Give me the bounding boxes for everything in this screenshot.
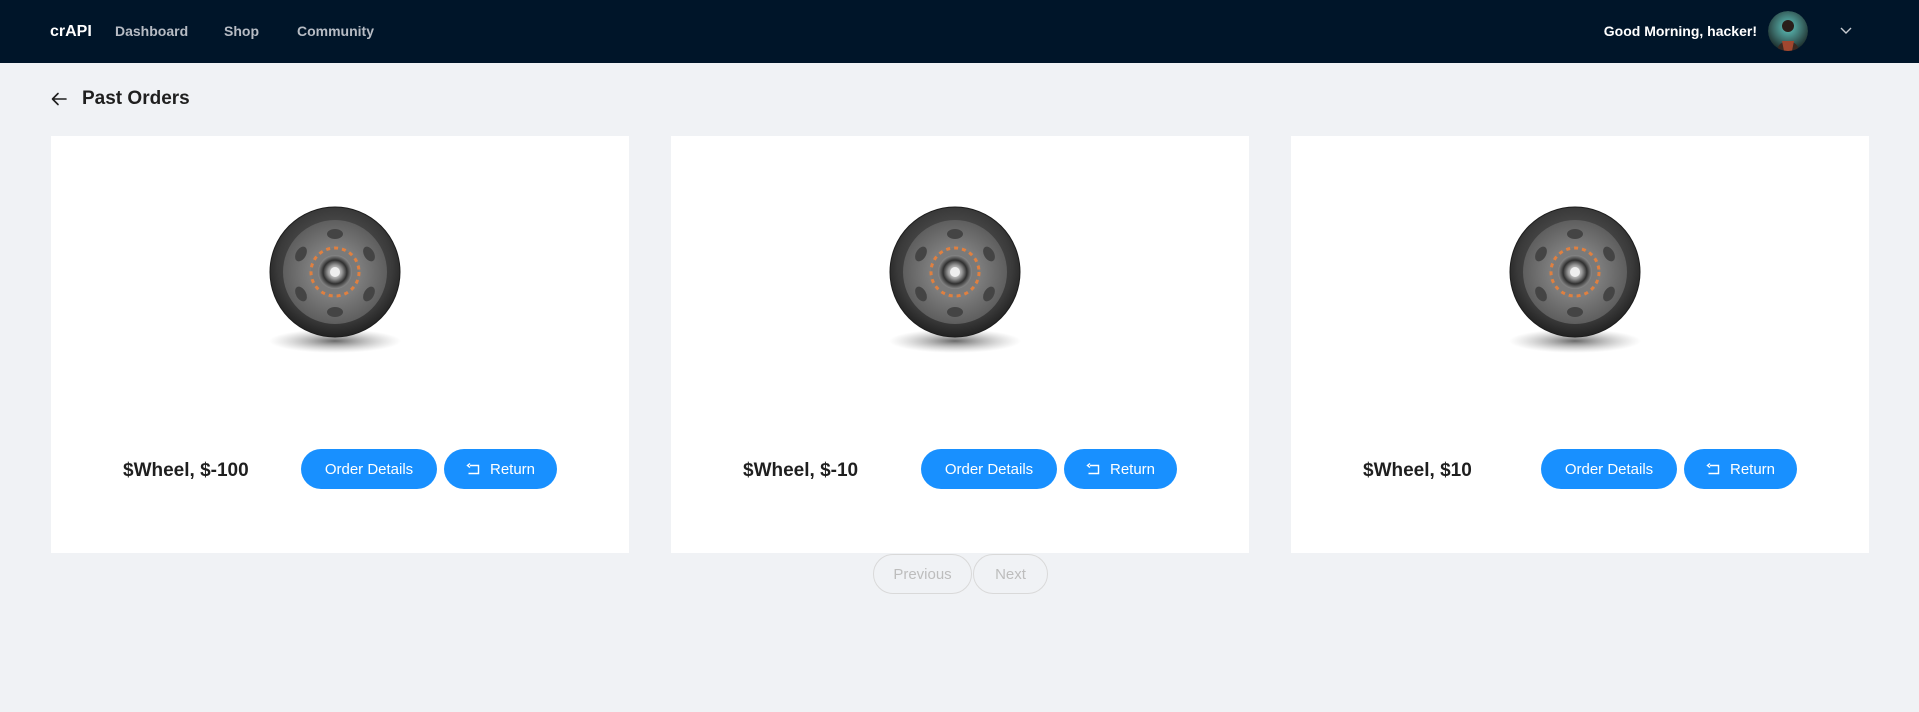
next-button[interactable]: Next [973,554,1048,594]
order-details-button[interactable]: Order Details [301,449,437,489]
order-card: $Wheel, $-100 Order Details Return [51,136,629,553]
brand-logo[interactable]: crAPI [50,0,92,63]
return-icon [466,462,480,474]
order-details-button[interactable]: Order Details [921,449,1057,489]
chevron-down-icon[interactable] [1838,22,1854,38]
wheel-image [269,206,401,355]
nav-link-dashboard[interactable]: Dashboard [115,0,188,63]
return-button[interactable]: Return [444,449,557,489]
return-button[interactable]: Return [1064,449,1177,489]
nav-link-shop[interactable]: Shop [224,0,259,63]
order-details-button[interactable]: Order Details [1541,449,1677,489]
page-title: Past Orders [82,88,190,109]
greeting-text: Good Morning, hacker! [1603,23,1757,39]
order-card: $Wheel, $-10 Order Details Return [671,136,1249,553]
wheel-image [889,206,1021,355]
user-avatar[interactable] [1768,11,1808,51]
order-card: $Wheel, $10 Order Details Return [1291,136,1869,553]
return-label: Return [489,460,536,478]
return-icon [1086,462,1100,474]
return-icon [1706,462,1720,474]
previous-button[interactable]: Previous [873,554,972,594]
return-label: Return [1109,460,1156,478]
return-label: Return [1729,460,1776,478]
arrow-left-icon[interactable] [50,90,68,108]
top-navbar: crAPI Dashboard Shop Community Good Morn… [0,0,1919,63]
wheel-image [1509,206,1641,355]
return-button[interactable]: Return [1684,449,1797,489]
order-price: $Wheel, $10 [1363,460,1472,481]
nav-link-community[interactable]: Community [297,0,374,63]
order-price: $Wheel, $-10 [743,460,859,481]
order-price: $Wheel, $-100 [123,460,249,481]
